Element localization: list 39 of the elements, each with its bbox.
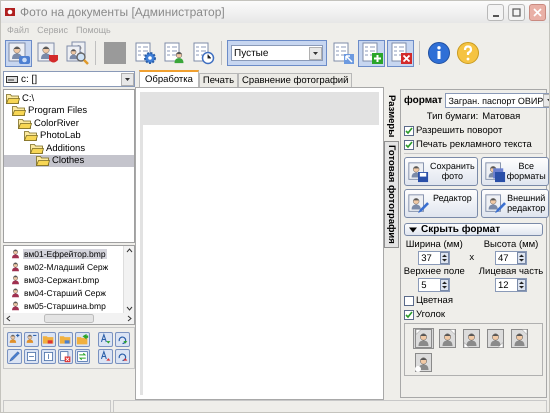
folder-tree-item[interactable]: C:\ [4, 92, 134, 104]
number-field[interactable]: 47 [495, 251, 528, 265]
action-button[interactable]: Внешний редактор [480, 189, 549, 218]
folder-tree-item[interactable]: ColorRiver [4, 117, 134, 130]
folder-tree-item[interactable]: PhotoLab [4, 130, 134, 142]
field-label: Лицевая часть [478, 266, 544, 277]
side-tab[interactable]: Готовая фотография [384, 141, 399, 248]
file-item[interactable]: вм04-Старший Серж [10, 286, 123, 299]
checkbox-label: Уголок [416, 309, 446, 320]
field-label: Верхнее поле [404, 266, 465, 277]
folder-tree-item[interactable]: Clothes [4, 154, 134, 167]
filter-combo[interactable]: Пустые [231, 45, 323, 61]
checkbox-label: Цветная [416, 295, 453, 306]
file-item[interactable]: вм05-Старшина.bmp [10, 299, 123, 312]
number-field[interactable]: 5 [418, 278, 450, 292]
format-label: формат [404, 95, 442, 106]
file-item[interactable]: вм03-Сержант.bmp [10, 273, 123, 286]
action-button[interactable]: Сохранить фото [404, 157, 478, 186]
checkbox-label: Печать рекламного текста [416, 139, 532, 150]
tab[interactable]: Обработка [139, 70, 199, 87]
format-combo[interactable]: Загран. паспорт ОВИР [445, 93, 549, 108]
field-label: Ширина (мм) [406, 239, 463, 250]
times-sign: x [468, 252, 476, 265]
folder-tree-item[interactable]: Program Files [4, 104, 134, 117]
drive-combo[interactable]: c: [] [3, 71, 135, 87]
action-button[interactable]: Редактор [404, 189, 478, 218]
tab[interactable]: Печать [198, 73, 238, 87]
file-item[interactable]: вм02-Младший Серж [10, 260, 123, 273]
field-label: Высота (мм) [484, 239, 538, 250]
number-field[interactable]: 37 [418, 251, 450, 265]
number-field[interactable]: 12 [495, 278, 528, 292]
section-header[interactable]: Скрыть формат [404, 223, 543, 236]
checkbox-label: Разрешить поворот [416, 125, 502, 136]
folder-tree-item[interactable]: Additions [4, 142, 134, 154]
window-title: Фото на документы [Администратор] [20, 5, 226, 19]
tab[interactable]: Сравнение фотографий [238, 73, 352, 87]
action-button[interactable]: Все форматы [480, 157, 549, 186]
paper-value: Матовая [482, 111, 520, 122]
paper-label: Тип бумаги: [426, 111, 478, 122]
